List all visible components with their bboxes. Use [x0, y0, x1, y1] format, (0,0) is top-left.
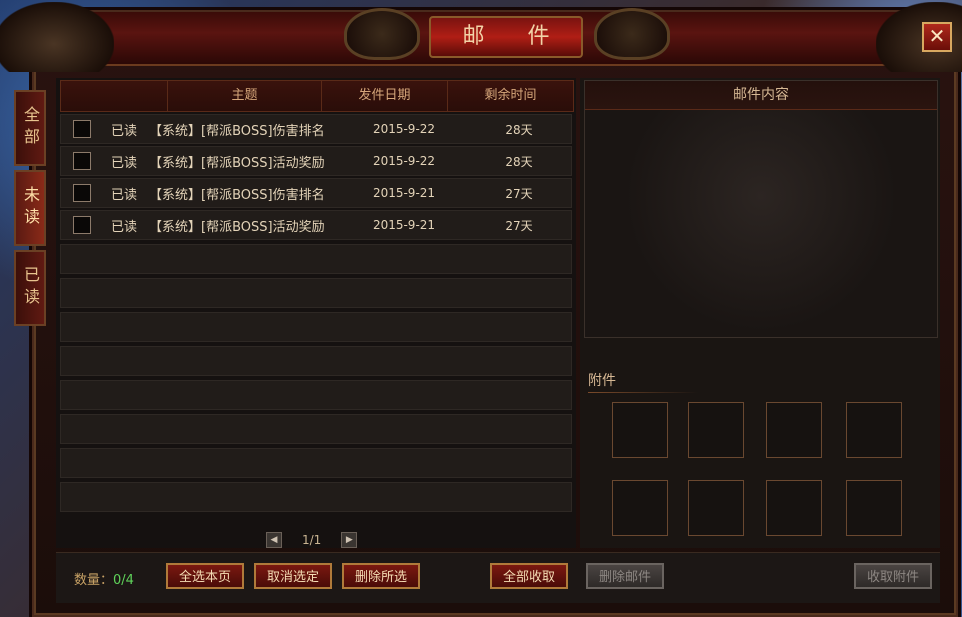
- collect-all-button[interactable]: 全部收取: [490, 563, 568, 589]
- attachment-slot[interactable]: [766, 480, 822, 536]
- mail-table-header: 主题 发件日期 剩余时间: [60, 80, 574, 112]
- mail-detail-panel: 邮件内容 附件: [580, 78, 940, 548]
- mail-status: 已读: [111, 187, 138, 203]
- attachment-slot[interactable]: [766, 402, 822, 458]
- mail-remaining: 27天: [505, 218, 533, 233]
- mail-date: 2015-9-22: [372, 154, 436, 168]
- mail-date: 2015-9-21: [372, 186, 436, 200]
- mail-checkbox[interactable]: [73, 120, 91, 138]
- mail-count-value: 0/4: [113, 573, 134, 588]
- prev-page-icon[interactable]: ◀: [266, 532, 282, 548]
- empty-row: [60, 414, 572, 444]
- delete-mail-button[interactable]: 删除邮件: [586, 563, 664, 589]
- header-subject: 主题: [167, 81, 321, 111]
- mail-status: 已读: [111, 219, 138, 235]
- ornament-right: [594, 8, 670, 60]
- action-bar: 数量：0/4 全选本页 取消选定 删除所选 全部收取 删除邮件 收取附件: [56, 552, 940, 603]
- tab-unread[interactable]: 未读: [14, 170, 46, 246]
- attachment-slot[interactable]: [846, 480, 902, 536]
- mail-date: 2015-9-21: [372, 218, 436, 232]
- dragon-ornament-left: [0, 2, 114, 72]
- tab-all[interactable]: 全部: [14, 90, 46, 166]
- mail-window: 邮 件 ✕ 全部 未读 已读 主题 发件日期 剩余时间 已读 【系统】[帮派BO…: [0, 2, 962, 617]
- select-all-button[interactable]: 全选本页: [166, 563, 244, 589]
- mail-content-area: 邮件内容: [584, 80, 938, 338]
- collect-attachments-button[interactable]: 收取附件: [854, 563, 932, 589]
- attachment-slot[interactable]: [612, 402, 668, 458]
- mail-count: 数量：0/4: [74, 569, 134, 588]
- pager: ◀ 1/1 ▶: [266, 532, 358, 548]
- header-checkbox-col: [61, 81, 167, 111]
- mail-row[interactable]: 已读 【系统】[帮派BOSS]活动奖励 2015-9-22 28天: [60, 146, 572, 176]
- empty-row: [60, 312, 572, 342]
- mail-status: 已读: [111, 155, 138, 171]
- page-indicator: 1/1: [302, 533, 322, 547]
- deselect-button[interactable]: 取消选定: [254, 563, 332, 589]
- empty-row: [60, 244, 572, 274]
- close-icon[interactable]: ✕: [922, 22, 952, 52]
- mail-content-title: 邮件内容: [585, 81, 937, 110]
- empty-row: [60, 346, 572, 376]
- mail-subject: 【系统】[帮派BOSS]伤害排名: [149, 187, 325, 203]
- mail-remaining: 27天: [505, 186, 533, 201]
- header-date: 发件日期: [321, 81, 447, 111]
- mail-remaining: 28天: [505, 122, 533, 137]
- attachment-slot[interactable]: [846, 402, 902, 458]
- mail-count-label: 数量：: [74, 573, 114, 588]
- attachments-divider: [588, 392, 698, 393]
- tab-read[interactable]: 已读: [14, 250, 46, 326]
- mail-status: 已读: [111, 123, 138, 139]
- mail-row[interactable]: 已读 【系统】[帮派BOSS]活动奖励 2015-9-21 27天: [60, 210, 572, 240]
- mail-subject: 【系统】[帮派BOSS]伤害排名: [149, 123, 325, 139]
- attachment-slot[interactable]: [612, 480, 668, 536]
- title-bar: 邮 件 ✕: [0, 2, 962, 72]
- mail-remaining: 28天: [505, 154, 533, 169]
- mail-list-panel: 主题 发件日期 剩余时间 已读 【系统】[帮派BOSS]伤害排名 2015-9-…: [56, 78, 576, 548]
- mail-row[interactable]: 已读 【系统】[帮派BOSS]伤害排名 2015-9-22 28天: [60, 114, 572, 144]
- window-title: 邮 件: [429, 16, 583, 58]
- mail-subject: 【系统】[帮派BOSS]活动奖励: [149, 155, 325, 171]
- mail-row[interactable]: 已读 【系统】[帮派BOSS]伤害排名 2015-9-21 27天: [60, 178, 572, 208]
- attachment-slot[interactable]: [688, 480, 744, 536]
- mail-checkbox[interactable]: [73, 216, 91, 234]
- empty-row: [60, 380, 572, 410]
- attachments-label: 附件: [588, 373, 616, 389]
- delete-selected-button[interactable]: 删除所选: [342, 563, 420, 589]
- mail-checkbox[interactable]: [73, 152, 91, 170]
- header-remaining: 剩余时间: [447, 81, 573, 111]
- mail-subject: 【系统】[帮派BOSS]活动奖励: [149, 219, 325, 235]
- attachment-slot[interactable]: [688, 402, 744, 458]
- ornament-left: [344, 8, 420, 60]
- mail-date: 2015-9-22: [372, 122, 436, 136]
- empty-row: [60, 448, 572, 478]
- mail-checkbox[interactable]: [73, 184, 91, 202]
- next-page-icon[interactable]: ▶: [341, 532, 358, 548]
- empty-row: [60, 482, 572, 512]
- empty-row: [60, 278, 572, 308]
